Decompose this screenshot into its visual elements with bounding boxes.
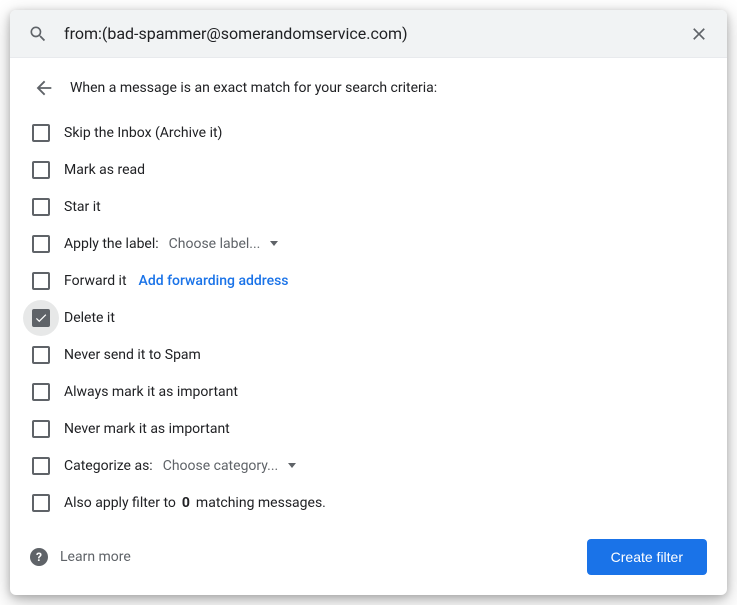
create-filter-button[interactable]: Create filter [587,539,707,575]
checkbox-never-spam[interactable] [32,346,50,364]
text-also-apply-count: 0 [182,495,190,511]
dropdown-choose-label[interactable]: Choose label... [165,236,279,252]
search-icon [26,22,50,46]
label-skip-inbox: Skip the Inbox (Archive it) [64,125,222,141]
option-never-spam: Never send it to Spam [30,336,707,373]
dropdown-choose-category[interactable]: Choose category... [159,458,297,474]
option-star: Star it [30,188,707,225]
checkbox-never-important[interactable] [32,420,50,438]
header-row: When a message is an exact match for you… [30,76,707,100]
label-star: Star it [64,199,101,215]
option-apply-label: Apply the label: Choose label... [30,225,707,262]
checkbox-star[interactable] [32,198,50,216]
link-add-forwarding[interactable]: Add forwarding address [133,273,289,289]
option-never-important: Never mark it as important [30,410,707,447]
checkbox-mark-read[interactable] [32,161,50,179]
label-apply-label: Apply the label: Choose label... [64,236,278,252]
label-also-apply: Also apply filter to 0 matching messages… [64,495,326,511]
search-query[interactable]: from:(bad-spammer@somerandomservice.com) [64,24,673,43]
checkbox-apply-label[interactable] [32,235,50,253]
header-instruction: When a message is an exact match for you… [70,80,437,96]
checkbox-forward[interactable] [32,272,50,290]
label-mark-read: Mark as read [64,162,145,178]
label-always-important: Always mark it as important [64,384,238,400]
option-also-apply: Also apply filter to 0 matching messages… [30,484,707,521]
checkbox-also-apply[interactable] [32,494,50,512]
text-choose-category: Choose category... [163,458,279,474]
chevron-down-icon [270,241,278,246]
close-icon[interactable] [687,22,711,46]
text-forward: Forward it [64,273,127,289]
label-never-spam: Never send it to Spam [64,347,201,363]
learn-more-link[interactable]: Learn more [60,549,131,565]
option-mark-read: Mark as read [30,151,707,188]
chevron-down-icon [288,463,296,468]
option-categorize: Categorize as: Choose category... [30,447,707,484]
label-delete: Delete it [64,310,115,326]
option-delete: Delete it [30,299,707,336]
back-arrow-icon[interactable] [32,76,56,100]
options-list: Skip the Inbox (Archive it) Mark as read… [30,114,707,521]
text-apply-label: Apply the label: [64,236,159,252]
help-icon[interactable]: ? [30,548,48,566]
option-always-important: Always mark it as important [30,373,707,410]
footer: ? Learn more Create filter [30,539,707,575]
text-also-apply-post: matching messages. [196,495,326,511]
label-never-important: Never mark it as important [64,421,230,437]
text-categorize: Categorize as: [64,458,153,474]
option-skip-inbox: Skip the Inbox (Archive it) [30,114,707,151]
dialog-body: When a message is an exact match for you… [10,58,727,595]
checkbox-categorize[interactable] [32,457,50,475]
text-choose-label: Choose label... [169,236,261,252]
checkbox-always-important[interactable] [32,383,50,401]
label-forward: Forward it Add forwarding address [64,273,289,289]
checkbox-skip-inbox[interactable] [32,124,50,142]
text-also-apply-pre: Also apply filter to [64,495,176,511]
search-bar: from:(bad-spammer@somerandomservice.com) [10,10,727,58]
filter-dialog: from:(bad-spammer@somerandomservice.com)… [10,10,727,595]
label-categorize: Categorize as: Choose category... [64,458,296,474]
checkbox-delete[interactable] [32,309,50,327]
learn-more-section: ? Learn more [30,548,131,566]
option-forward: Forward it Add forwarding address [30,262,707,299]
